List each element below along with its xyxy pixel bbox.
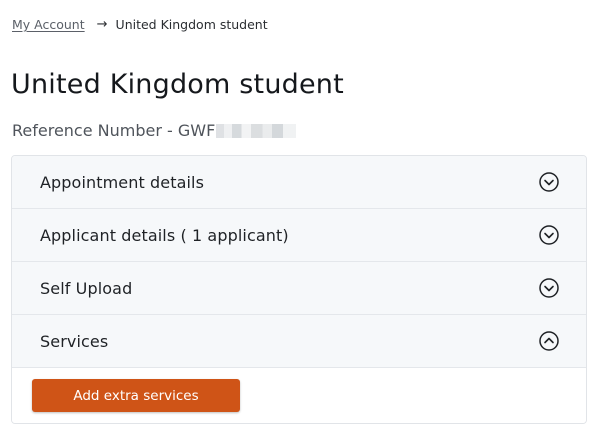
- accordion-label: Self Upload: [40, 278, 133, 298]
- breadcrumb-my-account-link[interactable]: My Account: [12, 17, 85, 33]
- chevron-up-circle-icon[interactable]: [538, 330, 560, 352]
- accordion-services[interactable]: Services: [12, 315, 586, 368]
- reference-number: Reference Number - GWF: [12, 121, 297, 141]
- chevron-down-circle-icon[interactable]: [538, 224, 560, 246]
- breadcrumb-current: United Kingdom student: [115, 17, 268, 32]
- breadcrumb: My Account → United Kingdom student: [12, 17, 268, 33]
- accordion-label: Applicant details ( 1 applicant): [40, 225, 289, 245]
- add-extra-services-button[interactable]: Add extra services: [32, 379, 240, 412]
- reference-number-label: Reference Number - GWF: [12, 121, 216, 140]
- services-panel: Add extra services: [12, 368, 586, 423]
- arrow-right-icon: →: [96, 17, 108, 32]
- page-title: United Kingdom student: [11, 69, 344, 100]
- redacted-reference-value: [216, 124, 297, 138]
- accordion-self-upload[interactable]: Self Upload: [12, 262, 586, 315]
- application-accordion: Appointment details Applicant details ( …: [11, 155, 587, 424]
- accordion-appointment-details[interactable]: Appointment details: [12, 156, 586, 209]
- accordion-label: Services: [40, 331, 109, 351]
- accordion-applicant-details[interactable]: Applicant details ( 1 applicant): [12, 209, 586, 262]
- chevron-down-circle-icon[interactable]: [538, 171, 560, 193]
- chevron-down-circle-icon[interactable]: [538, 277, 560, 299]
- accordion-label: Appointment details: [40, 172, 205, 192]
